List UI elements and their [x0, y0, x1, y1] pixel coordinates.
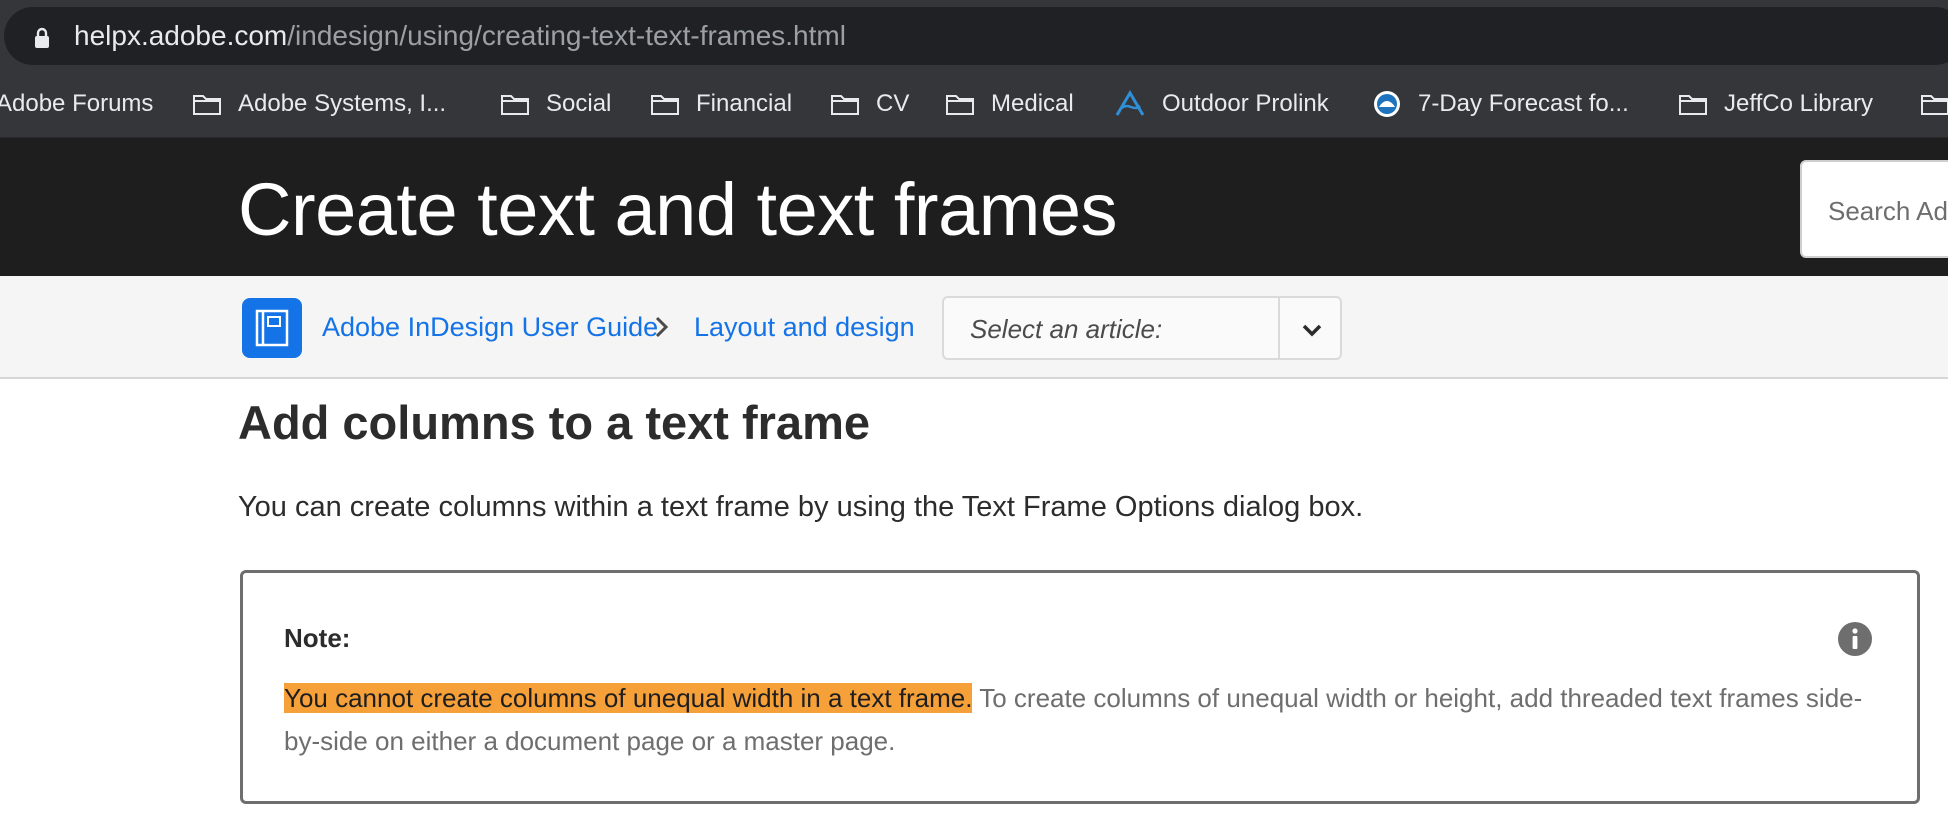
prolink-logo-icon — [1115, 90, 1145, 116]
folder-icon — [946, 95, 974, 115]
breadcrumb-section-link[interactable]: Layout and design — [694, 310, 915, 344]
info-icon — [1838, 622, 1872, 656]
search-placeholder: Search Adobe — [1828, 196, 1948, 226]
note-callout: Note: You cannot create columns of unequ… — [240, 570, 1920, 804]
bookmark-jeffco-library[interactable]: JeffCo Library — [1678, 84, 1873, 124]
book-icon[interactable] — [242, 298, 302, 358]
intro-paragraph: You can create columns within a text fra… — [238, 491, 1364, 523]
bookmark-label: JeffCo Library — [1724, 90, 1873, 117]
breadcrumb: Adobe InDesign User Guide Layout and des… — [0, 276, 1948, 379]
chevron-down-icon[interactable] — [1298, 316, 1326, 344]
url-host: helpx.adobe.com — [74, 20, 288, 51]
bookmark-cv[interactable]: CV — [830, 84, 909, 124]
noaa-logo-icon — [1374, 91, 1400, 117]
bookmarks-bar: Adobe Forums Adobe Systems, I... Social … — [0, 70, 1948, 138]
bookmark-label: Social — [546, 90, 612, 117]
bookmark-adobe-forums[interactable]: Adobe Forums — [0, 84, 153, 124]
select-divider — [1278, 298, 1280, 358]
bookmark-label: Adobe Systems, I... — [238, 90, 447, 117]
note-body: You cannot create columns of unequal wid… — [284, 677, 1884, 763]
bookmark-label: CV — [876, 90, 910, 117]
folder-icon — [1679, 95, 1707, 115]
breadcrumb-guide-link[interactable]: Adobe InDesign User Guide — [322, 310, 658, 344]
page-header: Create text and text frames Search Adobe — [0, 138, 1948, 276]
bookmark-overflow-folder[interactable] — [1920, 84, 1948, 124]
bookmark-adobe-systems[interactable]: Adobe Systems, I... — [192, 84, 446, 124]
article-select[interactable]: Select an article: — [942, 296, 1342, 360]
note-highlighted-text: You cannot create columns of unequal wid… — [284, 683, 973, 713]
url-path: /indesign/using/creating-text-text-frame… — [287, 20, 846, 51]
bookmark-social[interactable]: Social — [500, 84, 611, 124]
bookmark-label: Outdoor Prolink — [1162, 90, 1329, 117]
bookmark-label: Financial — [696, 90, 793, 117]
page-title: Create text and text frames — [238, 168, 1118, 251]
bookmark-7-day-forecast[interactable]: 7-Day Forecast fo... — [1372, 84, 1629, 124]
folder-icon — [831, 95, 859, 115]
folder-icon — [193, 95, 221, 115]
folder-icon — [1921, 95, 1948, 115]
bookmark-medical[interactable]: Medical — [945, 84, 1074, 124]
chevron-right-icon — [655, 316, 669, 338]
folder-icon — [501, 95, 529, 115]
bookmark-outdoor-prolink[interactable]: Outdoor Prolink — [1114, 84, 1329, 124]
address-bar[interactable]: helpx.adobe.com/indesign/using/creating-… — [4, 7, 1948, 65]
note-label: Note: — [284, 623, 351, 653]
search-input[interactable]: Search Adobe — [1800, 160, 1948, 258]
bookmark-label: 7-Day Forecast fo... — [1418, 90, 1629, 117]
folder-icon — [651, 95, 679, 115]
bookmark-label: Adobe Forums — [0, 90, 154, 117]
browser-toolbar: helpx.adobe.com/indesign/using/creating-… — [0, 0, 1948, 70]
bookmark-financial[interactable]: Financial — [650, 84, 792, 124]
bookmark-label: Medical — [991, 90, 1074, 117]
article-select-placeholder: Select an article: — [970, 314, 1163, 344]
lock-icon[interactable] — [30, 26, 54, 50]
section-heading: Add columns to a text frame — [238, 396, 870, 449]
url-text[interactable]: helpx.adobe.com/indesign/using/creating-… — [74, 21, 846, 51]
